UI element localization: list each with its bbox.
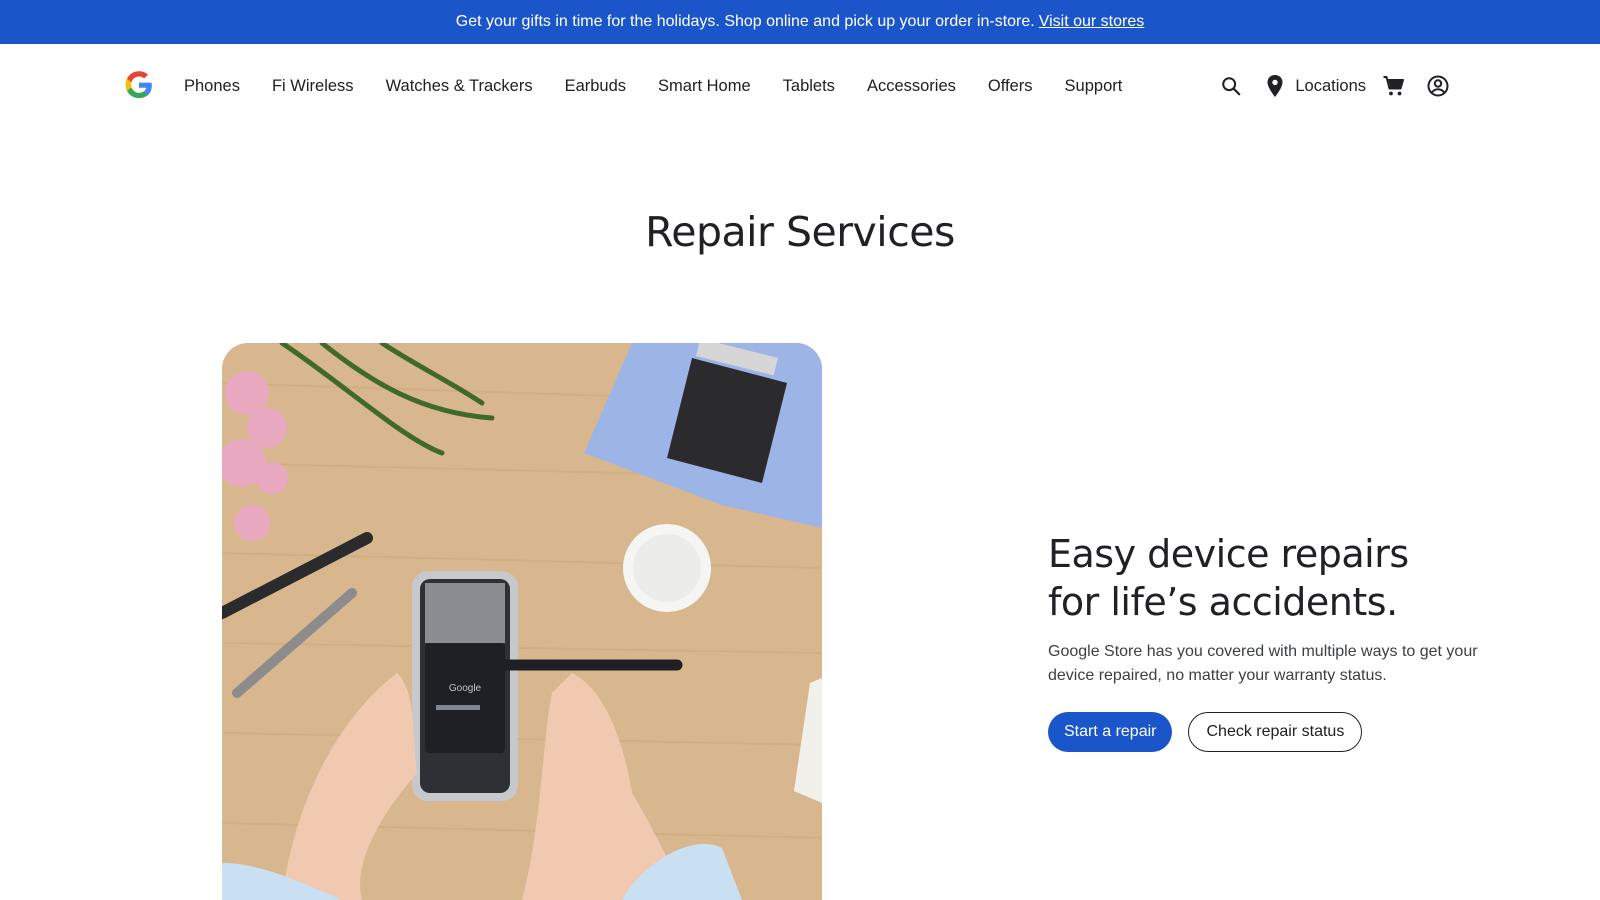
start-repair-button[interactable]: Start a repair bbox=[1048, 712, 1173, 752]
promo-banner: Get your gifts in time for the holidays.… bbox=[0, 0, 1600, 44]
hero-description: Google Store has you covered with multip… bbox=[1048, 643, 1478, 684]
hero-actions: Start a repair Check repair status bbox=[1048, 712, 1508, 752]
nav-utilities: Locations bbox=[1219, 44, 1450, 128]
locations-link[interactable]: Locations bbox=[1295, 77, 1366, 96]
top-navigation: Phones Fi Wireless Watches & Trackers Ea… bbox=[0, 44, 1600, 128]
page-title: Repair Services bbox=[645, 208, 955, 256]
nav-links: Phones Fi Wireless Watches & Trackers Ea… bbox=[184, 44, 1154, 128]
hero-image: Google bbox=[222, 343, 822, 900]
hero-copy: Easy device repairs for life’s accidents… bbox=[1048, 530, 1508, 752]
google-g-logo-icon[interactable] bbox=[124, 70, 154, 100]
account-icon[interactable] bbox=[1426, 74, 1450, 98]
location-pin-icon[interactable] bbox=[1263, 74, 1287, 98]
nav-link-support[interactable]: Support bbox=[1065, 77, 1123, 96]
hero-heading-line1: Easy device repairs bbox=[1048, 532, 1409, 576]
nav-link-tablets[interactable]: Tablets bbox=[783, 77, 835, 96]
hero-heading: Easy device repairs for life’s accidents… bbox=[1048, 530, 1508, 626]
hero-heading-line2: for life’s accidents. bbox=[1048, 580, 1398, 624]
repair-photo: Google bbox=[222, 343, 822, 900]
nav-link-fi-wireless[interactable]: Fi Wireless bbox=[272, 77, 354, 96]
cart-icon[interactable] bbox=[1382, 74, 1406, 98]
visit-stores-link[interactable]: Visit our stores bbox=[1039, 13, 1145, 31]
check-repair-status-button[interactable]: Check repair status bbox=[1188, 712, 1363, 752]
nav-link-phones[interactable]: Phones bbox=[184, 77, 240, 96]
promo-text: Get your gifts in time for the holidays.… bbox=[455, 13, 1035, 30]
search-icon[interactable] bbox=[1219, 74, 1243, 98]
nav-link-accessories[interactable]: Accessories bbox=[867, 77, 956, 96]
nav-link-offers[interactable]: Offers bbox=[988, 77, 1033, 96]
nav-link-smart-home[interactable]: Smart Home bbox=[658, 77, 751, 96]
nav-link-earbuds[interactable]: Earbuds bbox=[565, 77, 626, 96]
nav-link-watches-trackers[interactable]: Watches & Trackers bbox=[386, 77, 533, 96]
phone-brand-label: Google bbox=[449, 683, 482, 694]
